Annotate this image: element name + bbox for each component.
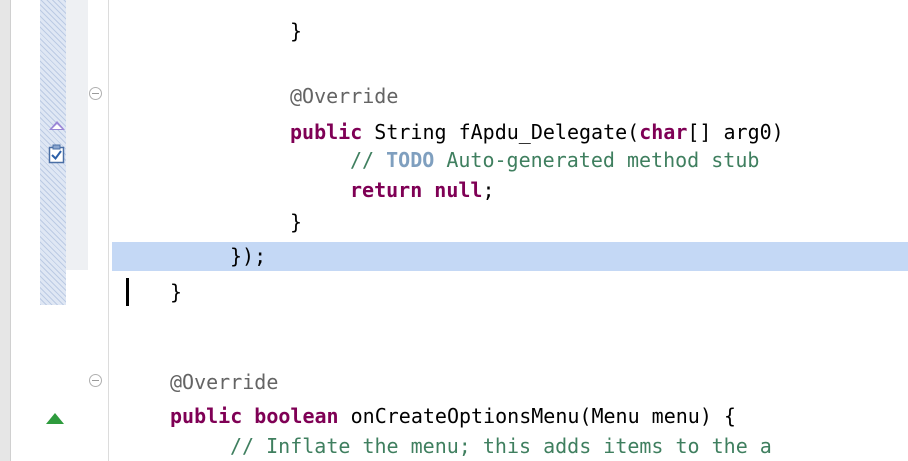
code-token: String fApdu_Delegate( [362, 120, 640, 144]
line-brace-3[interactable]: } [170, 278, 182, 306]
code-token: null [434, 178, 483, 202]
override-marker-icon[interactable] [49, 121, 65, 130]
code-token: @Override [170, 370, 279, 394]
line-inflate-comment[interactable]: // Inflate the menu; this adds items to … [230, 432, 772, 460]
code-token: ; [482, 178, 495, 202]
code-token: // Inflate the menu; this adds items to … [230, 434, 772, 458]
text-cursor [126, 278, 129, 306]
code-token: boolean [254, 404, 339, 428]
code-token: @Override [290, 84, 399, 108]
code-token: // [350, 148, 387, 172]
code-token: char [639, 120, 688, 144]
collapse-icon[interactable] [89, 87, 102, 100]
line-menu-sig[interactable]: public boolean onCreateOptionsMenu(Menu … [170, 402, 736, 430]
code-token: Auto-generated method stub [434, 148, 760, 172]
code-token: public [290, 120, 363, 144]
folding-gutter [66, 0, 88, 270]
line-brace-2[interactable]: } [290, 208, 302, 236]
task-marker-icon[interactable] [48, 144, 65, 164]
gutter-separator [108, 0, 109, 461]
code-token: return [350, 178, 423, 202]
line-todo-comment[interactable]: // TODO Auto-generated method stub [350, 146, 759, 174]
code-token: [] arg0) [687, 120, 784, 144]
code-token: public [170, 404, 243, 428]
line-return-null[interactable]: return null; [350, 176, 495, 204]
code-token: } [170, 280, 183, 304]
code-token: }); [230, 244, 267, 268]
code-token: TODO [386, 148, 435, 172]
collapse-icon[interactable] [89, 374, 102, 387]
code-token: onCreateOptionsMenu(Menu menu) { [338, 404, 736, 428]
code-token: } [290, 210, 303, 234]
line-override-2[interactable]: @Override [170, 368, 278, 396]
line-brace-1[interactable]: } [290, 17, 302, 45]
outer-ruler [0, 0, 11, 461]
code-token: } [290, 19, 303, 43]
line-override-1[interactable]: @Override [290, 82, 398, 110]
implements-marker-icon[interactable] [46, 413, 64, 424]
line-method-sig[interactable]: public String fApdu_Delegate(char[] arg0… [290, 118, 784, 146]
line-close-call[interactable]: }); [230, 242, 266, 270]
